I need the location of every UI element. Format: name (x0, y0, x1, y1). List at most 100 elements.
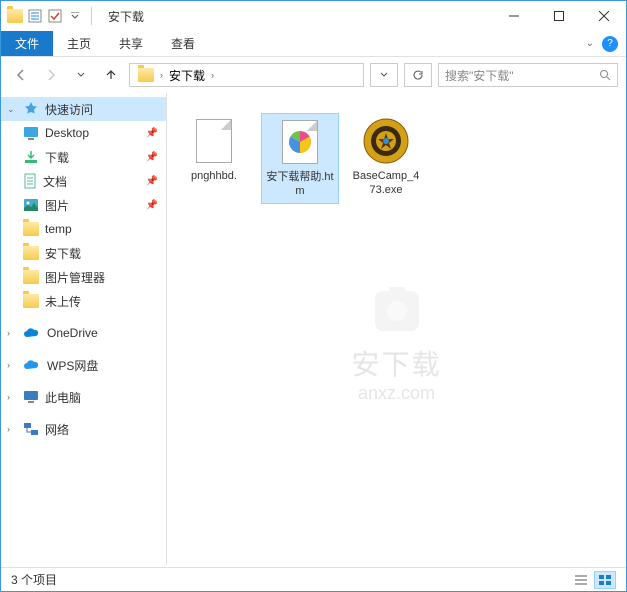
sidebar-item-picmgr[interactable]: 图片管理器 (1, 265, 166, 289)
chevron-right-icon[interactable]: › (209, 70, 216, 80)
chevron-right-icon[interactable]: › (158, 70, 165, 80)
sidebar-item-label: OneDrive (47, 326, 98, 340)
sidebar-item-label: 文档 (43, 173, 67, 190)
search-icon (599, 69, 611, 81)
chevron-right-icon[interactable]: › (7, 328, 17, 338)
refresh-button[interactable] (404, 63, 432, 87)
search-placeholder: 搜索"安下载" (445, 67, 514, 84)
file-label: BaseCamp_473.exe (351, 169, 421, 198)
statusbar: 3 个项目 (1, 567, 626, 591)
up-button[interactable] (99, 63, 123, 87)
file-item-exe[interactable]: BaseCamp_473.exe (347, 113, 425, 202)
chevron-right-icon[interactable]: › (7, 392, 17, 402)
tab-view[interactable]: 查看 (157, 31, 209, 56)
maximize-button[interactable] (536, 1, 581, 31)
file-list[interactable]: pnghhbd. 安下载帮助.htm BaseCamp_473.exe 安下载 … (167, 93, 626, 565)
history-dropdown[interactable] (370, 63, 398, 87)
quick-access-toolbar: 安下载 (1, 7, 144, 25)
tab-share[interactable]: 共享 (105, 31, 157, 56)
folder-icon (23, 270, 39, 284)
sidebar-item-label: 下载 (45, 149, 69, 166)
ribbon-expand-icon[interactable]: ⌄ (586, 38, 594, 49)
chevron-down-icon[interactable]: ⌄ (7, 104, 17, 115)
breadcrumb[interactable]: › 安下载 › (129, 63, 364, 87)
folder-icon (23, 222, 39, 236)
sidebar-item-label: 此电脑 (45, 389, 81, 406)
navigation-pane: ⌄ 快速访问 Desktop 📌 下载 📌 文档 📌 图片 📌 temp 安下载… (1, 93, 167, 565)
separator (91, 7, 92, 25)
chevron-right-icon[interactable]: › (7, 424, 17, 434)
sidebar-item-label: WPS网盘 (47, 357, 98, 374)
onedrive-icon (23, 327, 41, 339)
watermark-url: anxz.com (351, 383, 441, 404)
sidebar-item-documents[interactable]: 文档 📌 (1, 169, 166, 193)
htm-file-icon (276, 118, 324, 166)
close-button[interactable] (581, 1, 626, 31)
downloads-icon (23, 150, 39, 164)
checkmark-icon[interactable] (47, 8, 63, 24)
sidebar-item-label: 快速访问 (45, 101, 93, 118)
folder-icon (7, 8, 23, 24)
sidebar-item-pictures[interactable]: 图片 📌 (1, 193, 166, 217)
sidebar-item-temp[interactable]: temp (1, 217, 166, 241)
sidebar-item-anxz[interactable]: 安下载 (1, 241, 166, 265)
sidebar-item-network[interactable]: › 网络 (1, 417, 166, 441)
main-area: ⌄ 快速访问 Desktop 📌 下载 📌 文档 📌 图片 📌 temp 安下载… (1, 93, 626, 565)
pictures-icon (23, 198, 39, 212)
folder-icon (23, 294, 39, 308)
file-item-htm[interactable]: 安下载帮助.htm (261, 113, 339, 204)
watermark-text: 安下载 (351, 343, 441, 383)
tab-file[interactable]: 文件 (1, 31, 53, 56)
file-label: 安下载帮助.htm (266, 170, 334, 199)
desktop-icon (23, 126, 39, 140)
computer-icon (23, 390, 39, 404)
sidebar-item-desktop[interactable]: Desktop 📌 (1, 121, 166, 145)
sidebar-item-wps[interactable]: › WPS网盘 (1, 353, 166, 377)
folder-icon (23, 246, 39, 260)
sidebar-item-onedrive[interactable]: › OneDrive (1, 321, 166, 345)
back-button[interactable] (9, 63, 33, 87)
titlebar: 安下载 (1, 1, 626, 31)
sidebar-item-label: 未上传 (45, 293, 81, 310)
generic-file-icon (190, 117, 238, 165)
icons-view-button[interactable] (594, 571, 616, 589)
pin-icon: 📌 (146, 200, 158, 211)
help-icon[interactable]: ? (602, 36, 618, 52)
pin-icon: 📌 (146, 128, 158, 139)
star-icon (23, 101, 39, 117)
search-input[interactable]: 搜索"安下载" (438, 63, 618, 87)
sidebar-item-label: 网络 (45, 421, 69, 438)
pin-icon: 📌 (146, 176, 158, 187)
qat-dropdown-icon[interactable] (67, 8, 83, 24)
wps-icon (23, 359, 41, 371)
file-label: pnghhbd. (191, 169, 237, 183)
window-title: 安下载 (108, 8, 144, 25)
forward-button[interactable] (39, 63, 63, 87)
item-count: 3 个项目 (11, 571, 57, 588)
minimize-button[interactable] (491, 1, 536, 31)
sidebar-quick-access[interactable]: ⌄ 快速访问 (1, 97, 166, 121)
properties-icon[interactable] (27, 8, 43, 24)
watermark: 安下载 anxz.com (351, 279, 441, 404)
ribbon-tabs: 文件 主页 共享 查看 ⌄ ? (1, 31, 626, 57)
file-item-pnghhbd[interactable]: pnghhbd. (175, 113, 253, 187)
window-controls (491, 1, 626, 31)
view-switcher (570, 571, 616, 589)
network-icon (23, 422, 39, 436)
sidebar-item-thispc[interactable]: › 此电脑 (1, 385, 166, 409)
sidebar-item-downloads[interactable]: 下载 📌 (1, 145, 166, 169)
sidebar-item-label: 图片管理器 (45, 269, 105, 286)
nav-bar: › 安下载 › 搜索"安下载" (1, 57, 626, 93)
sidebar-item-label: temp (45, 222, 72, 236)
sidebar-item-notuploaded[interactable]: 未上传 (1, 289, 166, 313)
breadcrumb-current[interactable]: 安下载 (165, 67, 209, 84)
documents-icon (23, 173, 37, 189)
sidebar-item-label: 图片 (45, 197, 69, 214)
sidebar-item-label: Desktop (45, 126, 89, 140)
pin-icon: 📌 (146, 152, 158, 163)
tab-home[interactable]: 主页 (53, 31, 105, 56)
chevron-right-icon[interactable]: › (7, 360, 17, 370)
details-view-button[interactable] (570, 571, 592, 589)
exe-file-icon (362, 117, 410, 165)
recent-dropdown-icon[interactable] (69, 63, 93, 87)
